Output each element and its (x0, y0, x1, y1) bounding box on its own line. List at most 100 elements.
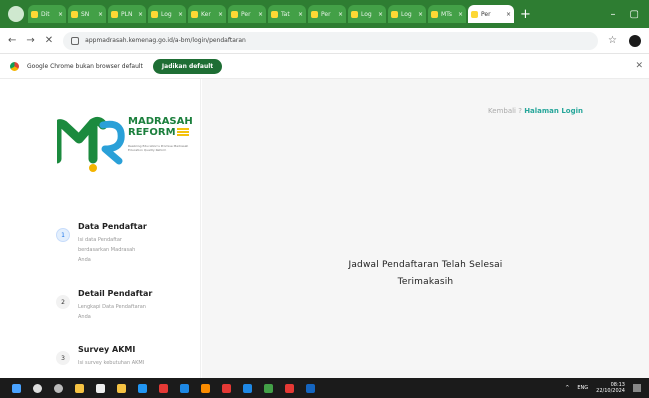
app-icon-blue[interactable] (180, 383, 189, 393)
windows-taskbar: ^ ENG 08:13 22/10/2024 (0, 378, 649, 398)
start-icon[interactable] (12, 383, 21, 393)
search-icon[interactable] (33, 383, 42, 393)
tab-close-icon[interactable]: × (338, 11, 343, 18)
tab-list: Dit × SN × PLN × Log × Ker × Per × Tat × Per × Log × Log × M… (28, 5, 516, 23)
browser-tab[interactable]: Log × (348, 5, 386, 23)
closed-message: Jadwal Pendaftaran Telah Selesai (348, 260, 503, 270)
app-icon-blue-2[interactable] (243, 383, 252, 393)
edge-icon[interactable] (138, 383, 147, 393)
back-to-login: Kembali ? Halaman Login (488, 107, 583, 115)
tab-label: SN (81, 10, 90, 18)
step-description: Isi data Pendaftar berdasarkan Madrasah … (78, 237, 136, 263)
tab-label: Per (321, 10, 331, 18)
tab-label: Per (241, 10, 251, 18)
tab-favicon-icon (271, 10, 278, 18)
minimize-icon[interactable]: – (611, 9, 616, 20)
tab-favicon-icon (311, 10, 318, 18)
step-survey-akmi[interactable]: 3 Survey AKMI Isi survey kebutuhan AKMI (56, 345, 200, 378)
tab-search-icon[interactable] (8, 6, 24, 22)
tab-label: Log (161, 10, 172, 18)
tab-favicon-icon (231, 10, 238, 18)
new-tab-button[interactable]: + (520, 7, 531, 22)
brand-line1: MADRASAH (128, 116, 193, 127)
tab-close-icon[interactable]: × (218, 11, 223, 18)
default-browser-infobar: Google Chrome bukan browser default Jadi… (0, 54, 649, 79)
browser-tab[interactable]: SN × (68, 5, 106, 23)
notification-icon[interactable] (633, 384, 641, 392)
tab-label: Per (481, 10, 491, 18)
back-icon[interactable]: ← (8, 35, 16, 46)
tab-close-icon[interactable]: × (178, 11, 183, 18)
app-icon-red[interactable] (159, 383, 168, 393)
tab-label: PLN (121, 10, 133, 18)
tab-favicon-icon (431, 10, 438, 18)
brand-tagline: Realizing Education's Promise Madrasah E… (128, 144, 189, 152)
tab-close-icon[interactable]: × (58, 11, 63, 18)
tab-close-icon[interactable]: × (258, 11, 263, 18)
browser-tab[interactable]: Tat × (268, 5, 306, 23)
app-icon-green[interactable] (264, 383, 273, 393)
brand-line2: REFORM (128, 127, 176, 138)
browser-tab[interactable]: Per × (308, 5, 346, 23)
step-title: Detail Pendaftar (78, 289, 153, 298)
tab-label: MTs (441, 10, 452, 18)
registration-sidebar: MADRASAH REFORM Realizing Education's Pr… (0, 79, 201, 378)
tab-label: Ker (201, 10, 211, 18)
infobar-text: Google Chrome bukan browser default (27, 62, 143, 70)
file-explorer-icon[interactable] (75, 383, 84, 393)
app-icon-red-2[interactable] (222, 383, 231, 393)
maximize-icon[interactable]: ▢ (630, 9, 639, 20)
browser-tab[interactable]: Log × (388, 5, 426, 23)
browser-tab[interactable]: PLN × (108, 5, 146, 23)
url-field[interactable]: appmadrasah.kemenag.go.id/a-bm/login/pen… (63, 31, 599, 50)
tab-label: Tat (281, 10, 290, 18)
tab-label: Log (361, 10, 372, 18)
step-number: 1 (56, 228, 70, 242)
browser-tab[interactable]: Dit × (28, 5, 66, 23)
thanks-message: Terimakasih (397, 277, 454, 287)
tab-favicon-icon (471, 10, 478, 18)
app-icon-darkblue[interactable] (306, 383, 315, 393)
tab-close-icon[interactable]: × (98, 11, 103, 18)
task-view-icon[interactable] (54, 383, 63, 393)
tab-favicon-icon (71, 10, 78, 18)
tab-favicon-icon (351, 10, 358, 18)
language-indicator[interactable]: ENG (577, 385, 588, 391)
system-tray: ^ ENG 08:13 22/10/2024 (565, 382, 649, 394)
forward-icon[interactable]: → (26, 35, 34, 46)
app-icon-orange[interactable] (201, 383, 210, 393)
step-description: Lengkapi Data Pendaftaran Anda (78, 304, 146, 320)
store-icon[interactable] (96, 383, 105, 393)
browser-tab[interactable]: MTs × (428, 5, 466, 23)
step-detail-pendaftar[interactable]: 2 Detail Pendaftar Lengkapi Data Pendaft… (56, 289, 200, 345)
tab-label: Dit (41, 10, 50, 18)
step-number: 3 (56, 351, 70, 365)
browser-tab[interactable]: Ker × (188, 5, 226, 23)
clock[interactable]: 08:13 22/10/2024 (596, 382, 625, 394)
chrome-taskbar-icon[interactable] (285, 383, 294, 393)
step-title: Survey AKMI (78, 345, 136, 354)
step-description: Isi survey kebutuhan AKMI (78, 360, 145, 366)
close-icon[interactable]: ✕ (45, 35, 53, 46)
profile-avatar[interactable] (629, 34, 641, 47)
tab-close-icon[interactable]: × (298, 11, 303, 18)
step-data-pendaftar[interactable]: 1 Data Pendaftar Isi data Pendaftar berd… (56, 222, 200, 278)
tab-close-icon[interactable]: × (378, 11, 383, 18)
browser-tab[interactable]: Per × (468, 5, 514, 23)
set-default-button[interactable]: Jadikan default (152, 58, 223, 74)
tab-close-icon[interactable]: × (418, 11, 423, 18)
browser-tab[interactable]: Log × (148, 5, 186, 23)
browser-tab[interactable]: Per × (228, 5, 266, 23)
login-page-link[interactable]: Halaman Login (524, 107, 583, 115)
tray-chevron-icon[interactable]: ^ (565, 385, 569, 391)
bookmark-star-icon[interactable]: ☆ (608, 35, 617, 46)
site-info-icon[interactable] (71, 36, 80, 45)
tab-favicon-icon (191, 10, 198, 18)
tab-close-icon[interactable]: × (138, 11, 143, 18)
tab-close-icon[interactable]: × (458, 11, 463, 18)
chrome-icon (10, 61, 19, 71)
infobar-close-icon[interactable]: ✕ (635, 61, 643, 71)
tab-close-icon[interactable]: × (506, 11, 511, 18)
folder-icon[interactable] (117, 383, 126, 393)
step-number: 2 (56, 295, 70, 309)
